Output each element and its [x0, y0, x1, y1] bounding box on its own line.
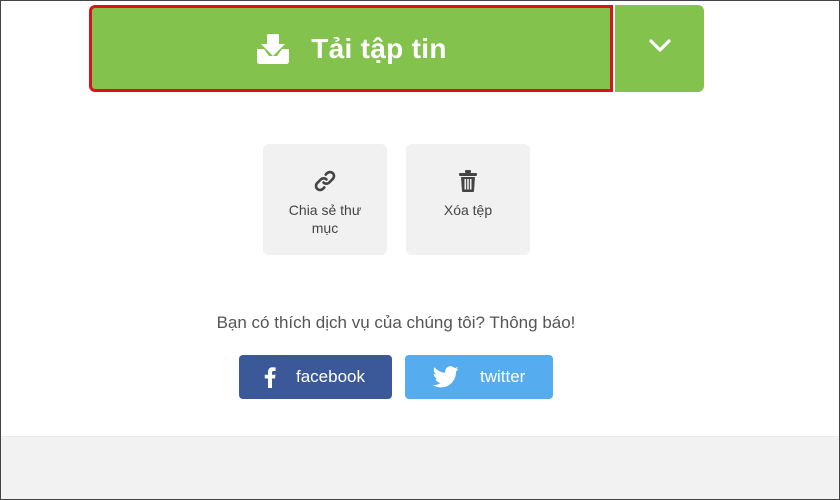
share-folder-label: Chia sẻ thư mục	[288, 202, 362, 236]
twitter-bird-icon	[431, 366, 461, 388]
share-folder-button[interactable]: Chia sẻ thư mục	[263, 144, 387, 255]
download-options-dropdown[interactable]	[615, 5, 704, 92]
twitter-label: twitter	[480, 367, 526, 386]
download-file-button[interactable]: Tải tập tin	[89, 5, 613, 92]
footer-background	[1, 437, 839, 499]
facebook-icon	[259, 366, 281, 388]
download-file-label: Tải tập tin	[311, 32, 447, 64]
twitter-share-button[interactable]: twitter	[405, 355, 553, 399]
download-tray-icon	[255, 31, 291, 67]
facebook-label: facebook	[296, 367, 365, 386]
share-prompt-text: Bạn có thích dịch vụ của chúng tôi? Thôn…	[216, 313, 576, 332]
link-icon	[312, 168, 338, 194]
facebook-share-button[interactable]: facebook	[239, 355, 392, 399]
delete-file-label: Xóa tệp	[443, 202, 493, 218]
trash-icon	[455, 168, 481, 194]
delete-file-button[interactable]: Xóa tệp	[406, 144, 530, 255]
content-card: Tải tập tin Chia sẻ thư mục Xóa tệp Bạn …	[1, 0, 839, 436]
chevron-down-icon	[648, 38, 672, 59]
